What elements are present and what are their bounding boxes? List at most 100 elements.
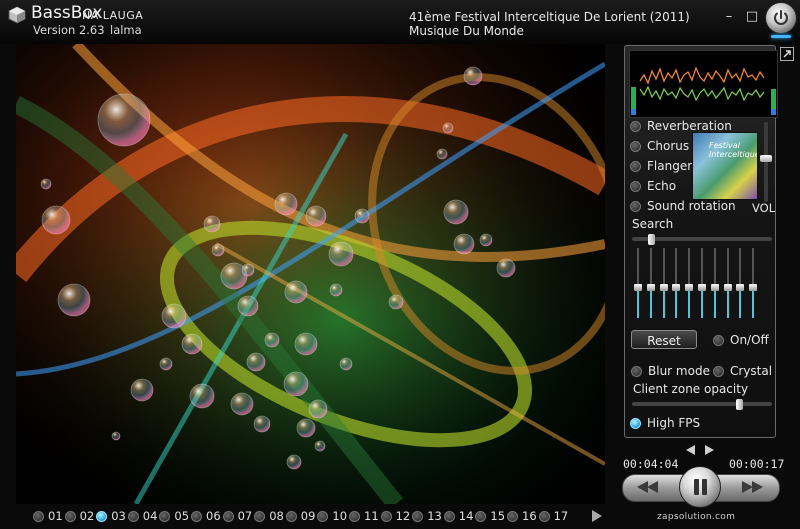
next-page-arrow-icon[interactable] (592, 510, 602, 522)
track-radio[interactable] (380, 510, 392, 522)
track-radio[interactable] (222, 510, 234, 522)
pause-button[interactable] (679, 466, 721, 508)
track-label: 13 (427, 509, 442, 523)
track-label: 14 (458, 509, 474, 523)
track-radio[interactable] (349, 510, 360, 522)
spectrum-graphic (630, 51, 777, 117)
search-label: Search (632, 217, 674, 231)
eq-band-handle[interactable] (672, 283, 681, 291)
visualization-area[interactable] (16, 44, 605, 504)
reverberation-radio[interactable] (630, 120, 641, 132)
track-label: 09 (300, 509, 316, 523)
track-item[interactable]: 07 (222, 507, 252, 525)
eq-onoff-option[interactable]: On/Off (713, 333, 769, 347)
track-item[interactable]: 05 (159, 507, 189, 525)
echo-option[interactable]: Echo (630, 179, 676, 193)
expand-icon[interactable] (780, 47, 794, 61)
track-item[interactable]: 01 (33, 507, 63, 525)
track-label: 04 (142, 509, 158, 523)
album-art-text: Festival Interceltique (709, 141, 758, 159)
opacity-slider[interactable] (632, 402, 772, 406)
eq-band-fill (662, 289, 665, 318)
track-label: 06 (206, 509, 221, 523)
power-button[interactable] (766, 3, 796, 33)
search-handle[interactable] (647, 234, 655, 245)
eq-band-handle[interactable] (723, 283, 732, 291)
crystal-option[interactable]: Crystal (713, 364, 772, 378)
high-fps-option[interactable]: High FPS (630, 416, 700, 430)
reverberation-option[interactable]: Reverberation (630, 119, 732, 133)
blur-mode-radio[interactable] (631, 365, 642, 377)
eq-band-handle[interactable] (634, 283, 642, 291)
eq-band-handle[interactable] (659, 283, 668, 291)
track-radio[interactable] (127, 510, 139, 522)
app-subtitle: NA LAUGA (82, 9, 144, 22)
flanger-option[interactable]: Flanger (630, 159, 692, 173)
track-label: 10 (332, 509, 348, 523)
opacity-handle[interactable] (735, 399, 743, 410)
track-item[interactable]: 10 (317, 507, 347, 525)
reverberation-label: Reverberation (647, 119, 732, 133)
echo-radio[interactable] (630, 180, 641, 192)
track-radio[interactable] (475, 510, 487, 522)
volume-handle[interactable] (760, 154, 772, 162)
track-item[interactable]: 09 (285, 507, 316, 525)
track-item[interactable]: 08 (254, 507, 284, 525)
eq-band-fill (649, 289, 652, 318)
track-item[interactable]: 02 (64, 507, 94, 525)
chorus-radio[interactable] (630, 140, 641, 152)
track-radio[interactable] (159, 510, 171, 522)
flanger-radio[interactable] (630, 160, 641, 172)
blur-mode-option[interactable]: Blur mode (631, 364, 710, 378)
track-item[interactable]: 17 (538, 507, 569, 525)
flanger-label: Flanger (647, 159, 693, 173)
eq-band-fill (752, 289, 755, 318)
track-item[interactable]: 11 (349, 507, 379, 525)
eq-band-handle[interactable] (698, 283, 706, 291)
eq-band-handle[interactable] (710, 283, 719, 291)
visualization-graphic (16, 44, 605, 504)
track-item[interactable]: 03 (96, 507, 126, 525)
eq-band-handle[interactable] (749, 283, 758, 291)
track-item[interactable]: 04 (127, 507, 158, 525)
brand-link[interactable]: zapsolution.com (657, 512, 735, 522)
track-radio[interactable] (64, 510, 76, 522)
track-radio[interactable] (317, 510, 329, 522)
rewind-icon[interactable] (636, 480, 660, 494)
track-label: 17 (553, 509, 569, 523)
track-item[interactable]: 16 (507, 507, 537, 525)
track-item[interactable]: 06 (191, 507, 221, 525)
eq-band-handle[interactable] (646, 283, 655, 291)
eq-band-handle[interactable] (736, 283, 745, 291)
track-radio[interactable] (254, 510, 266, 522)
pause-icon-bar (702, 479, 707, 495)
prev-next-track-icon[interactable] (684, 444, 716, 456)
track-label: 15 (490, 509, 506, 523)
track-radio[interactable] (538, 510, 550, 522)
track-item[interactable]: 15 (475, 507, 505, 525)
minimize-button[interactable]: – (722, 10, 736, 24)
sound-rotation-option[interactable]: Sound rotation (630, 199, 736, 213)
track-radio[interactable] (191, 510, 202, 522)
track-radio[interactable] (412, 510, 424, 522)
fast-forward-icon[interactable] (740, 480, 764, 494)
eq-onoff-radio[interactable] (713, 334, 724, 346)
track-radio[interactable] (33, 510, 44, 522)
track-item[interactable]: 12 (380, 507, 410, 525)
eq-reset-button[interactable]: Reset (631, 330, 697, 349)
volume-slider[interactable] (764, 122, 768, 202)
eq-band-handle[interactable] (685, 283, 694, 291)
track-radio[interactable] (96, 510, 108, 522)
high-fps-radio[interactable] (630, 417, 641, 429)
track-radio[interactable] (443, 510, 455, 522)
track-item[interactable]: 14 (443, 507, 474, 525)
track-radio[interactable] (285, 510, 297, 522)
echo-label: Echo (647, 179, 677, 193)
chorus-option[interactable]: Chorus (630, 139, 689, 153)
power-icon (774, 10, 788, 25)
track-radio[interactable] (507, 510, 518, 522)
now-playing-title: 41ème Festival Interceltique De Lorient … (409, 10, 690, 24)
sound-rotation-radio[interactable] (630, 200, 641, 212)
track-item[interactable]: 13 (412, 507, 442, 525)
crystal-radio[interactable] (713, 365, 724, 377)
